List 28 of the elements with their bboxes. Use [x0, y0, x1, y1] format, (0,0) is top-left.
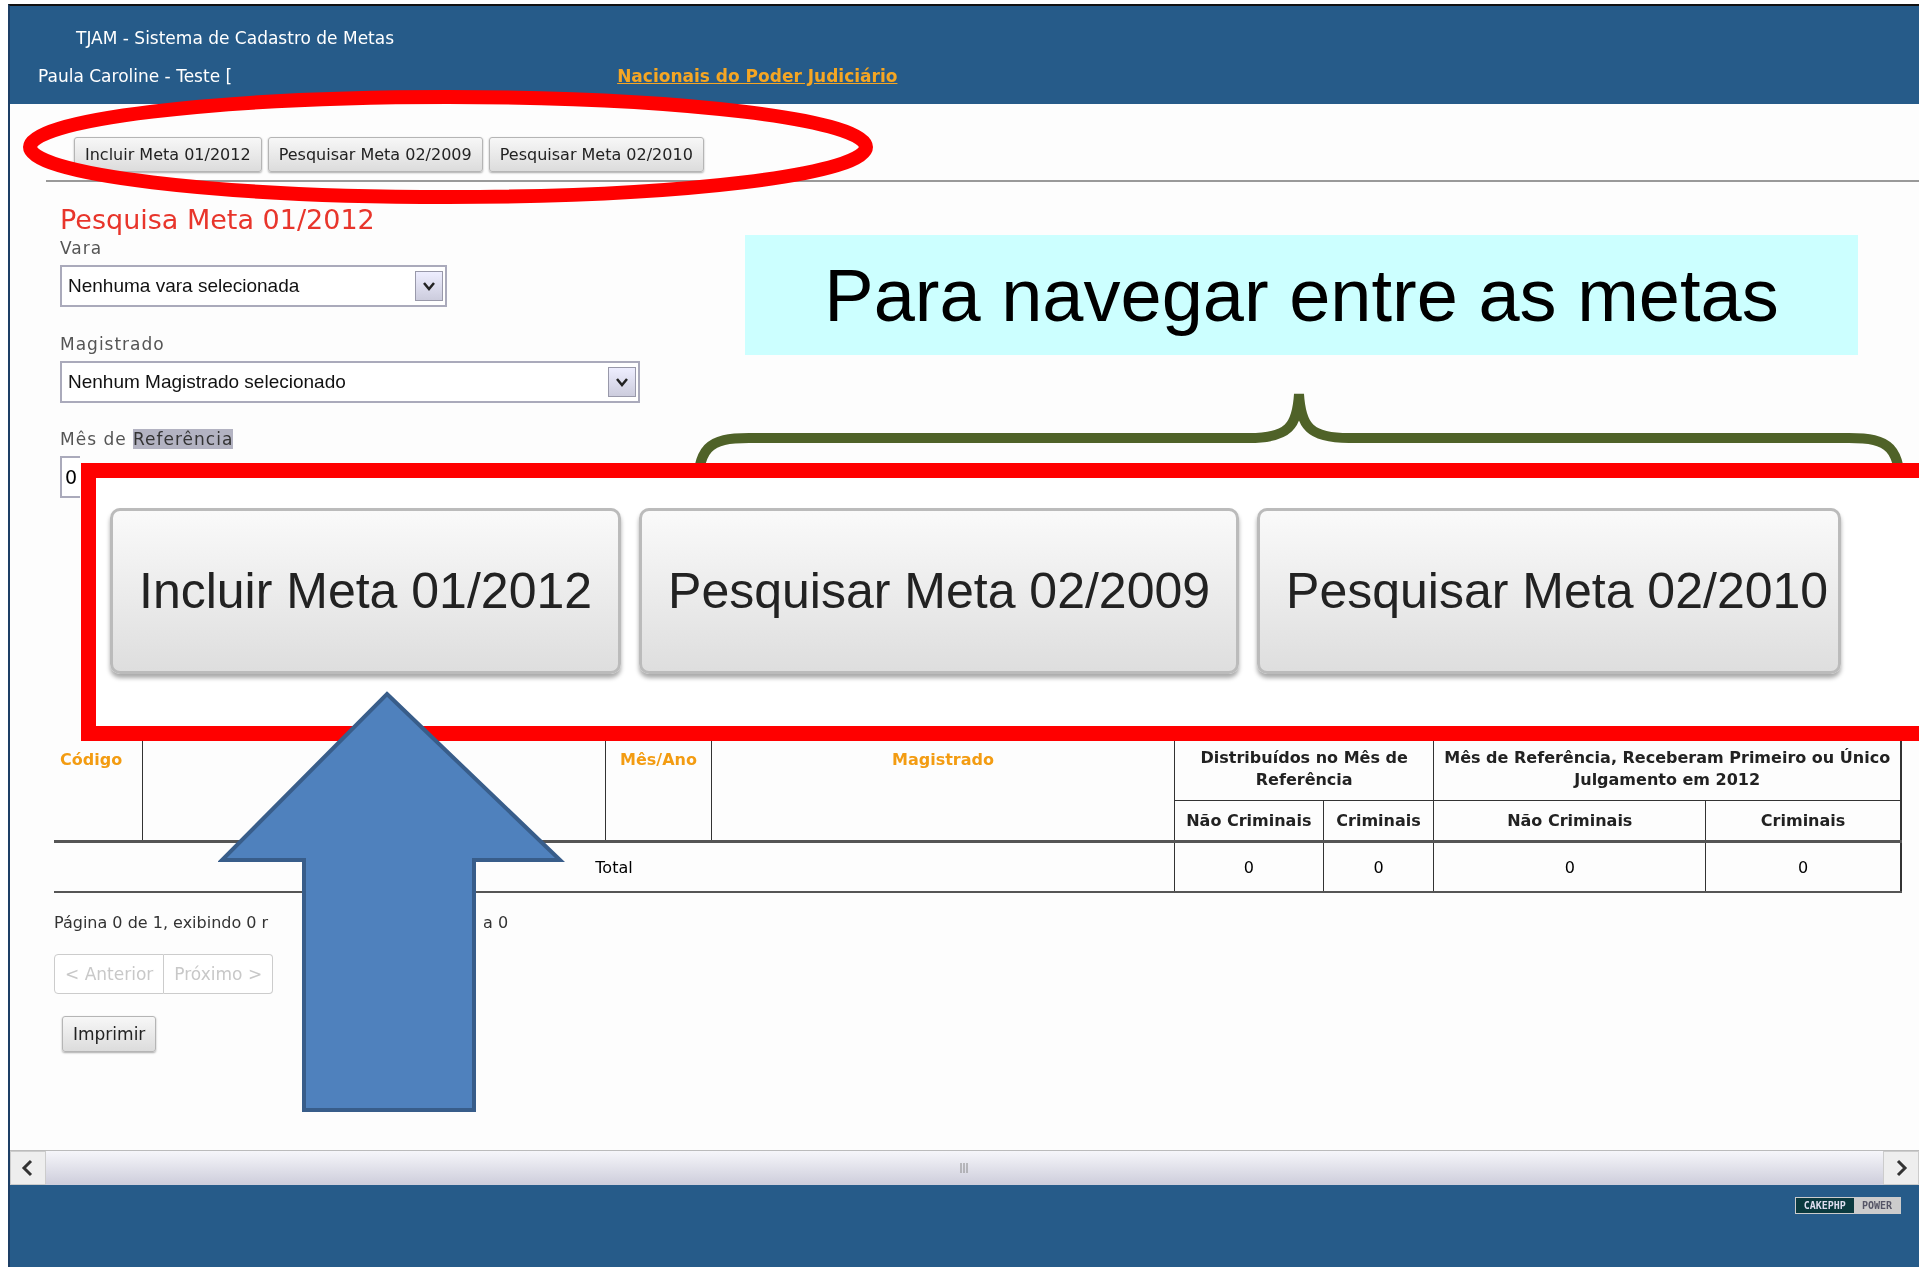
user-name: Paula Caroline - Teste [: [38, 66, 233, 86]
field-label: Magistrado: [60, 334, 165, 354]
header-link[interactable]: Nacionais do Poder Judiciário: [617, 66, 898, 86]
page-title: Pesquisa Meta 01/2012: [60, 204, 375, 236]
nav-button[interactable]: Pesquisar Meta 02/2010: [488, 137, 704, 172]
field-label: Mês de: [60, 429, 127, 449]
input-field[interactable]: 0: [60, 456, 80, 498]
dropdown[interactable]: Nenhum Magistrado selecionado: [60, 361, 640, 403]
callout-text: Para navegar entre as metas: [745, 235, 1858, 355]
pagination-text: Página 0 de 1, exibindo 0 r: [54, 913, 270, 932]
table-cell: 0: [1433, 841, 1706, 892]
badge-text: POWER: [1853, 1198, 1900, 1213]
app-title: TJAM - Sistema de Cadastro de Metas: [76, 28, 395, 48]
pagination-text: a 0: [483, 913, 509, 932]
horizontal-scrollbar[interactable]: [10, 1150, 1919, 1185]
nav-button[interactable]: Pesquisar Meta 02/2009: [267, 137, 483, 172]
field-label: Vara: [60, 238, 103, 258]
table-cell: 0: [1705, 841, 1901, 892]
scroll-left-icon[interactable]: [21, 1159, 35, 1177]
scroll-right-icon[interactable]: [1894, 1159, 1908, 1177]
nav-button[interactable]: Incluir Meta 01/2012: [74, 137, 262, 172]
scroll-grip-icon[interactable]: [958, 1162, 971, 1174]
dropdown[interactable]: Nenhuma vara selecionada: [60, 265, 447, 307]
table-cell: 0: [1323, 841, 1434, 892]
print-button[interactable]: Imprimir: [62, 1016, 157, 1052]
table-cell: 0: [1174, 841, 1324, 892]
badge-text: CAKEPHP: [1795, 1198, 1854, 1213]
highlighted-label: Referência: [133, 429, 234, 449]
